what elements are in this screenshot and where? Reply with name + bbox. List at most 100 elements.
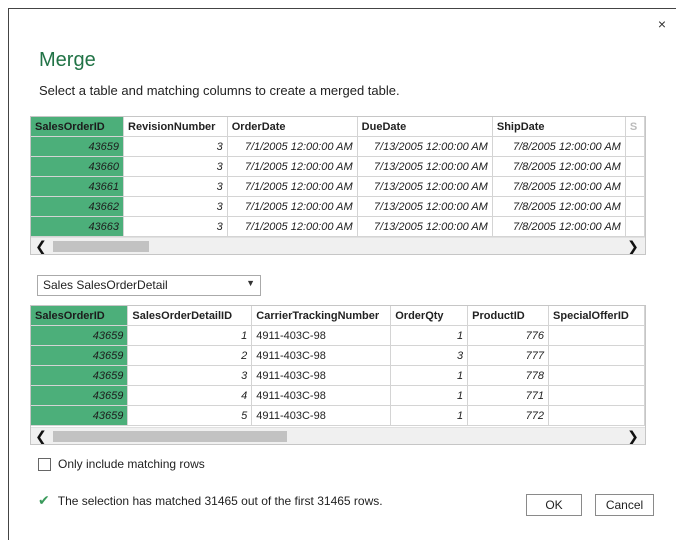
cell-salesorderid[interactable]: 43659 (31, 345, 129, 366)
cell-specialofferid[interactable] (548, 325, 645, 346)
cell-partial (625, 176, 645, 197)
table-row: 43659 1 4911-403C-98 1 776 (31, 325, 645, 346)
scrollbar-thumb[interactable] (53, 241, 149, 252)
cell-salesorderid[interactable]: 43659 (31, 325, 129, 346)
cell-duedate[interactable]: 7/13/2005 12:00:00 AM (357, 136, 493, 157)
table-row: 43660 3 7/1/2005 12:00:00 AM 7/13/2005 1… (31, 156, 645, 177)
chevron-down-icon[interactable]: ▼ (246, 278, 255, 288)
column-header-partial[interactable]: S (625, 117, 645, 137)
cell-salesorderid[interactable]: 43661 (31, 176, 125, 197)
cell-salesorderid[interactable]: 43659 (31, 385, 129, 406)
column-header-salesorderdetailid[interactable]: SalesOrderDetailID (127, 306, 253, 326)
column-header-productid[interactable]: ProductID (467, 306, 550, 326)
cell-orderdate[interactable]: 7/1/2005 12:00:00 AM (227, 176, 358, 197)
column-header-revisionnumber[interactable]: RevisionNumber (123, 117, 228, 137)
cell-productid[interactable]: 778 (467, 365, 550, 386)
cell-partial (625, 216, 645, 237)
cell-productid[interactable]: 777 (467, 345, 550, 366)
cell-specialofferid[interactable] (548, 405, 645, 426)
dialog-title: Merge (39, 49, 96, 71)
only-matching-rows-checkbox[interactable] (38, 457, 51, 471)
cell-shipdate[interactable]: 7/8/2005 12:00:00 AM (492, 176, 626, 197)
cell-orderqty[interactable]: 1 (390, 365, 469, 386)
top-table-header-row: SalesOrderID RevisionNumber OrderDate Du… (31, 117, 645, 137)
scrollbar-thumb[interactable] (53, 431, 287, 442)
top-horizontal-scrollbar[interactable]: ❮ ❯ (31, 237, 645, 254)
table-row: 43659 5 4911-403C-98 1 772 (31, 405, 645, 426)
cell-duedate[interactable]: 7/13/2005 12:00:00 AM (357, 156, 493, 177)
cancel-button[interactable]: Cancel (595, 494, 654, 516)
column-header-orderdate[interactable]: OrderDate (227, 117, 358, 137)
cell-orderdate[interactable]: 7/1/2005 12:00:00 AM (227, 156, 358, 177)
only-matching-rows-option[interactable]: Only include matching rows (38, 457, 205, 471)
cell-salesorderdetailid[interactable]: 5 (127, 405, 253, 426)
cell-duedate[interactable]: 7/13/2005 12:00:00 AM (357, 216, 493, 237)
cell-salesorderid[interactable]: 43660 (31, 156, 125, 177)
column-header-salesorderid[interactable]: SalesOrderID (31, 306, 129, 326)
scroll-right-icon[interactable]: ❯ (625, 238, 641, 254)
cell-revisionnumber[interactable]: 3 (123, 136, 228, 157)
cell-salesorderid[interactable]: 43659 (31, 405, 129, 426)
cell-orderqty[interactable]: 3 (390, 345, 469, 366)
cell-orderdate[interactable]: 7/1/2005 12:00:00 AM (227, 216, 358, 237)
cell-salesorderdetailid[interactable]: 4 (127, 385, 253, 406)
column-header-shipdate[interactable]: ShipDate (492, 117, 626, 137)
table-row: 43659 2 4911-403C-98 3 777 (31, 345, 645, 366)
only-matching-rows-label[interactable]: Only include matching rows (58, 457, 205, 471)
cell-partial (625, 196, 645, 217)
cell-productid[interactable]: 771 (467, 385, 550, 406)
cell-salesorderdetailid[interactable]: 2 (127, 345, 253, 366)
close-icon[interactable]: × (653, 15, 671, 33)
cell-carriertrackingnumber[interactable]: 4911-403C-98 (251, 365, 392, 386)
cell-salesorderid[interactable]: 43662 (31, 196, 125, 217)
cell-carriertrackingnumber[interactable]: 4911-403C-98 (251, 405, 392, 426)
cell-specialofferid[interactable] (548, 345, 645, 366)
cell-shipdate[interactable]: 7/8/2005 12:00:00 AM (492, 216, 626, 237)
cell-revisionnumber[interactable]: 3 (123, 216, 228, 237)
cell-orderqty[interactable]: 1 (390, 325, 469, 346)
cell-carriertrackingnumber[interactable]: 4911-403C-98 (251, 385, 392, 406)
column-header-orderqty[interactable]: OrderQty (390, 306, 469, 326)
table-row: 43661 3 7/1/2005 12:00:00 AM 7/13/2005 1… (31, 176, 645, 197)
dropdown-selected-value: Sales SalesOrderDetail (43, 278, 168, 292)
column-header-salesorderid[interactable]: SalesOrderID (31, 117, 125, 137)
cell-revisionnumber[interactable]: 3 (123, 156, 228, 177)
match-status: ✔ The selection has matched 31465 out of… (38, 492, 383, 509)
cell-orderdate[interactable]: 7/1/2005 12:00:00 AM (227, 196, 358, 217)
cell-specialofferid[interactable] (548, 385, 645, 406)
table-row: 43662 3 7/1/2005 12:00:00 AM 7/13/2005 1… (31, 196, 645, 217)
cell-duedate[interactable]: 7/13/2005 12:00:00 AM (357, 176, 493, 197)
cell-shipdate[interactable]: 7/8/2005 12:00:00 AM (492, 156, 626, 177)
cell-revisionnumber[interactable]: 3 (123, 196, 228, 217)
scroll-right-icon[interactable]: ❯ (625, 428, 641, 444)
cell-revisionnumber[interactable]: 3 (123, 176, 228, 197)
cell-shipdate[interactable]: 7/8/2005 12:00:00 AM (492, 136, 626, 157)
bottom-table-preview: SalesOrderID SalesOrderDetailID CarrierT… (30, 305, 646, 445)
cell-salesorderid[interactable]: 43659 (31, 136, 125, 157)
cell-salesorderid[interactable]: 43659 (31, 365, 129, 386)
cell-carriertrackingnumber[interactable]: 4911-403C-98 (251, 345, 392, 366)
cell-partial (625, 156, 645, 177)
table-row: 43663 3 7/1/2005 12:00:00 AM 7/13/2005 1… (31, 216, 645, 237)
bottom-horizontal-scrollbar[interactable]: ❮ ❯ (31, 427, 645, 444)
column-header-duedate[interactable]: DueDate (357, 117, 493, 137)
scroll-left-icon[interactable]: ❮ (33, 428, 49, 444)
cell-shipdate[interactable]: 7/8/2005 12:00:00 AM (492, 196, 626, 217)
cell-specialofferid[interactable] (548, 365, 645, 386)
column-header-carriertrackingnumber[interactable]: CarrierTrackingNumber (251, 306, 392, 326)
cell-orderdate[interactable]: 7/1/2005 12:00:00 AM (227, 136, 358, 157)
table-select-dropdown[interactable]: Sales SalesOrderDetail ▼ (37, 275, 261, 296)
cell-duedate[interactable]: 7/13/2005 12:00:00 AM (357, 196, 493, 217)
check-icon: ✔ (38, 492, 50, 508)
cell-salesorderid[interactable]: 43663 (31, 216, 125, 237)
cell-salesorderdetailid[interactable]: 3 (127, 365, 253, 386)
cell-orderqty[interactable]: 1 (390, 385, 469, 406)
cell-salesorderdetailid[interactable]: 1 (127, 325, 253, 346)
cell-productid[interactable]: 772 (467, 405, 550, 426)
cell-orderqty[interactable]: 1 (390, 405, 469, 426)
cell-carriertrackingnumber[interactable]: 4911-403C-98 (251, 325, 392, 346)
column-header-specialofferid[interactable]: SpecialOfferID (548, 306, 645, 326)
ok-button[interactable]: OK (526, 494, 582, 516)
cell-productid[interactable]: 776 (467, 325, 550, 346)
scroll-left-icon[interactable]: ❮ (33, 238, 49, 254)
